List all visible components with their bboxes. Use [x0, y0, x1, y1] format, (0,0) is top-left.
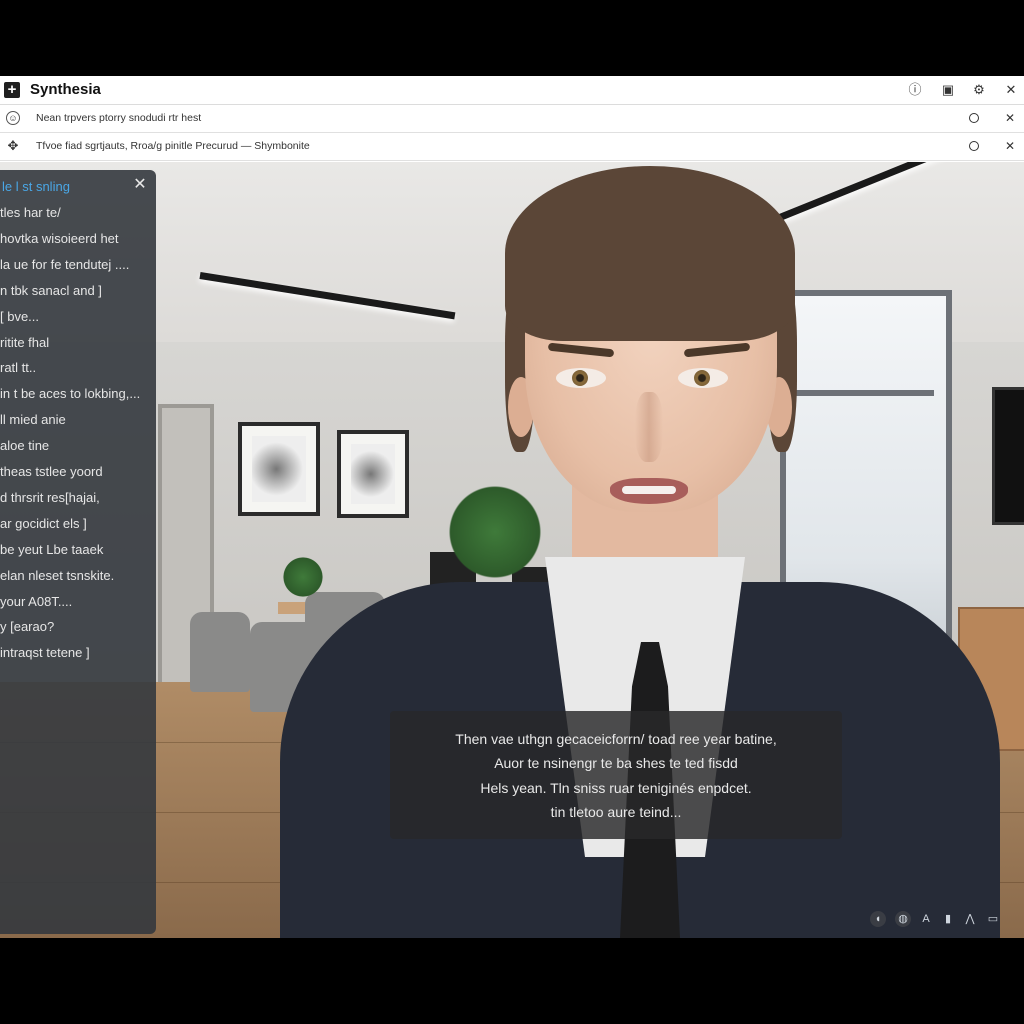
close-icon[interactable]: ✕	[1002, 81, 1020, 99]
avatar-mouth	[610, 478, 688, 504]
subtitle-line: Auor te nsinengr te ba shes te ted fisdd	[494, 755, 738, 771]
subtitle-line: tin tletoo aure teind...	[550, 804, 682, 820]
notification-row[interactable]: ✥ Tfvoe fiad sgrtjauts, Rroa/g pinitle P…	[0, 133, 1024, 161]
emoji-icon: ☺	[6, 111, 20, 125]
panel-line[interactable]: aloe tine	[0, 438, 49, 453]
move-icon: ✥	[7, 138, 19, 153]
avatar-nose	[635, 392, 663, 462]
status-ring-icon[interactable]	[966, 110, 982, 126]
video-stage[interactable]: le l st snling ✕ tles har te/hovtka wiso…	[0, 162, 1024, 938]
text-size-icon[interactable]: A	[918, 911, 934, 927]
avatar-hair	[505, 166, 795, 341]
app-logo-icon: +	[4, 82, 20, 98]
panel-line[interactable]: ratl tt..	[0, 360, 36, 375]
office-chair	[190, 612, 250, 692]
globe-icon[interactable]: ◍	[895, 911, 911, 927]
save-icon[interactable]: ▣	[939, 81, 957, 99]
subtitle-box: Then vae uthgn gecaceicforrn/ toad ree y…	[390, 711, 842, 839]
notification-text: Nean trpvers ptorry snodudi rtr hest	[36, 112, 202, 124]
panel-line[interactable]: be yeut Lbe taaek	[0, 542, 103, 557]
subtitle-line: Hels yean. Tln sniss ruar teniginés enpd…	[480, 780, 752, 796]
panel-line[interactable]: intraqst tetene ]	[0, 645, 90, 660]
subtitle-line: Then vae uthgn gecaceicforrn/ toad ree y…	[455, 731, 777, 747]
panel-line[interactable]: d thrsrit res[hajai,	[0, 490, 100, 505]
avatar-eye	[556, 368, 606, 388]
notification-text: Tfvoe fiad sgrtjauts, Rroa/g pinitle Pre…	[36, 140, 310, 152]
notification-row[interactable]: ☺ Nean trpvers ptorry snodudi rtr hest ✕	[0, 105, 1024, 133]
panel-line[interactable]: in t be aces to lokbing,...	[0, 386, 140, 401]
avatar-eye	[678, 368, 728, 388]
close-icon[interactable]: ✕	[1002, 110, 1018, 126]
panel-line[interactable]: n tbk sanacl and ]	[0, 283, 102, 298]
close-icon[interactable]: ✕	[132, 177, 148, 193]
panel-line[interactable]: la ue for fe tendutej ....	[0, 257, 129, 272]
status-ring-icon[interactable]	[966, 138, 982, 154]
panel-line[interactable]: ll mied anie	[0, 412, 66, 427]
audio-icon[interactable]: ◖	[870, 911, 886, 927]
close-icon[interactable]: ✕	[1002, 138, 1018, 154]
panel-line[interactable]: theas tstlee yoord	[0, 464, 103, 479]
title-bar: + Synthesia ⓘ ▣ ⚙ ✕	[0, 76, 1024, 105]
panel-title: le l st snling	[2, 179, 70, 194]
transcript-panel[interactable]: le l st snling ✕ tles har te/hovtka wiso…	[0, 170, 156, 934]
panel-line[interactable]: ar gocidict els ]	[0, 516, 87, 531]
panel-line[interactable]: ritite fhal	[0, 335, 49, 350]
gamepad-icon[interactable]: ▭	[985, 911, 1001, 927]
panel-line[interactable]: tles har te/	[0, 205, 61, 220]
panel-line[interactable]: elan nleset tsnskite.	[0, 568, 114, 583]
panel-line[interactable]: y [earao?	[0, 619, 54, 634]
settings-icon[interactable]: ⚙	[970, 81, 988, 99]
app-window: + Synthesia ⓘ ▣ ⚙ ✕ ☺ Nean trpvers ptorr…	[0, 76, 1024, 938]
info-icon[interactable]: ⓘ	[906, 81, 924, 99]
app-title: Synthesia	[30, 81, 101, 98]
panel-line[interactable]: your A08T....	[0, 594, 72, 609]
panel-line[interactable]: [ bve...	[0, 309, 39, 324]
triangle-icon[interactable]: ⋀	[962, 911, 978, 927]
bookmark-icon[interactable]: ▮	[940, 911, 956, 927]
panel-line[interactable]: hovtka wisoieerd het	[0, 231, 119, 246]
